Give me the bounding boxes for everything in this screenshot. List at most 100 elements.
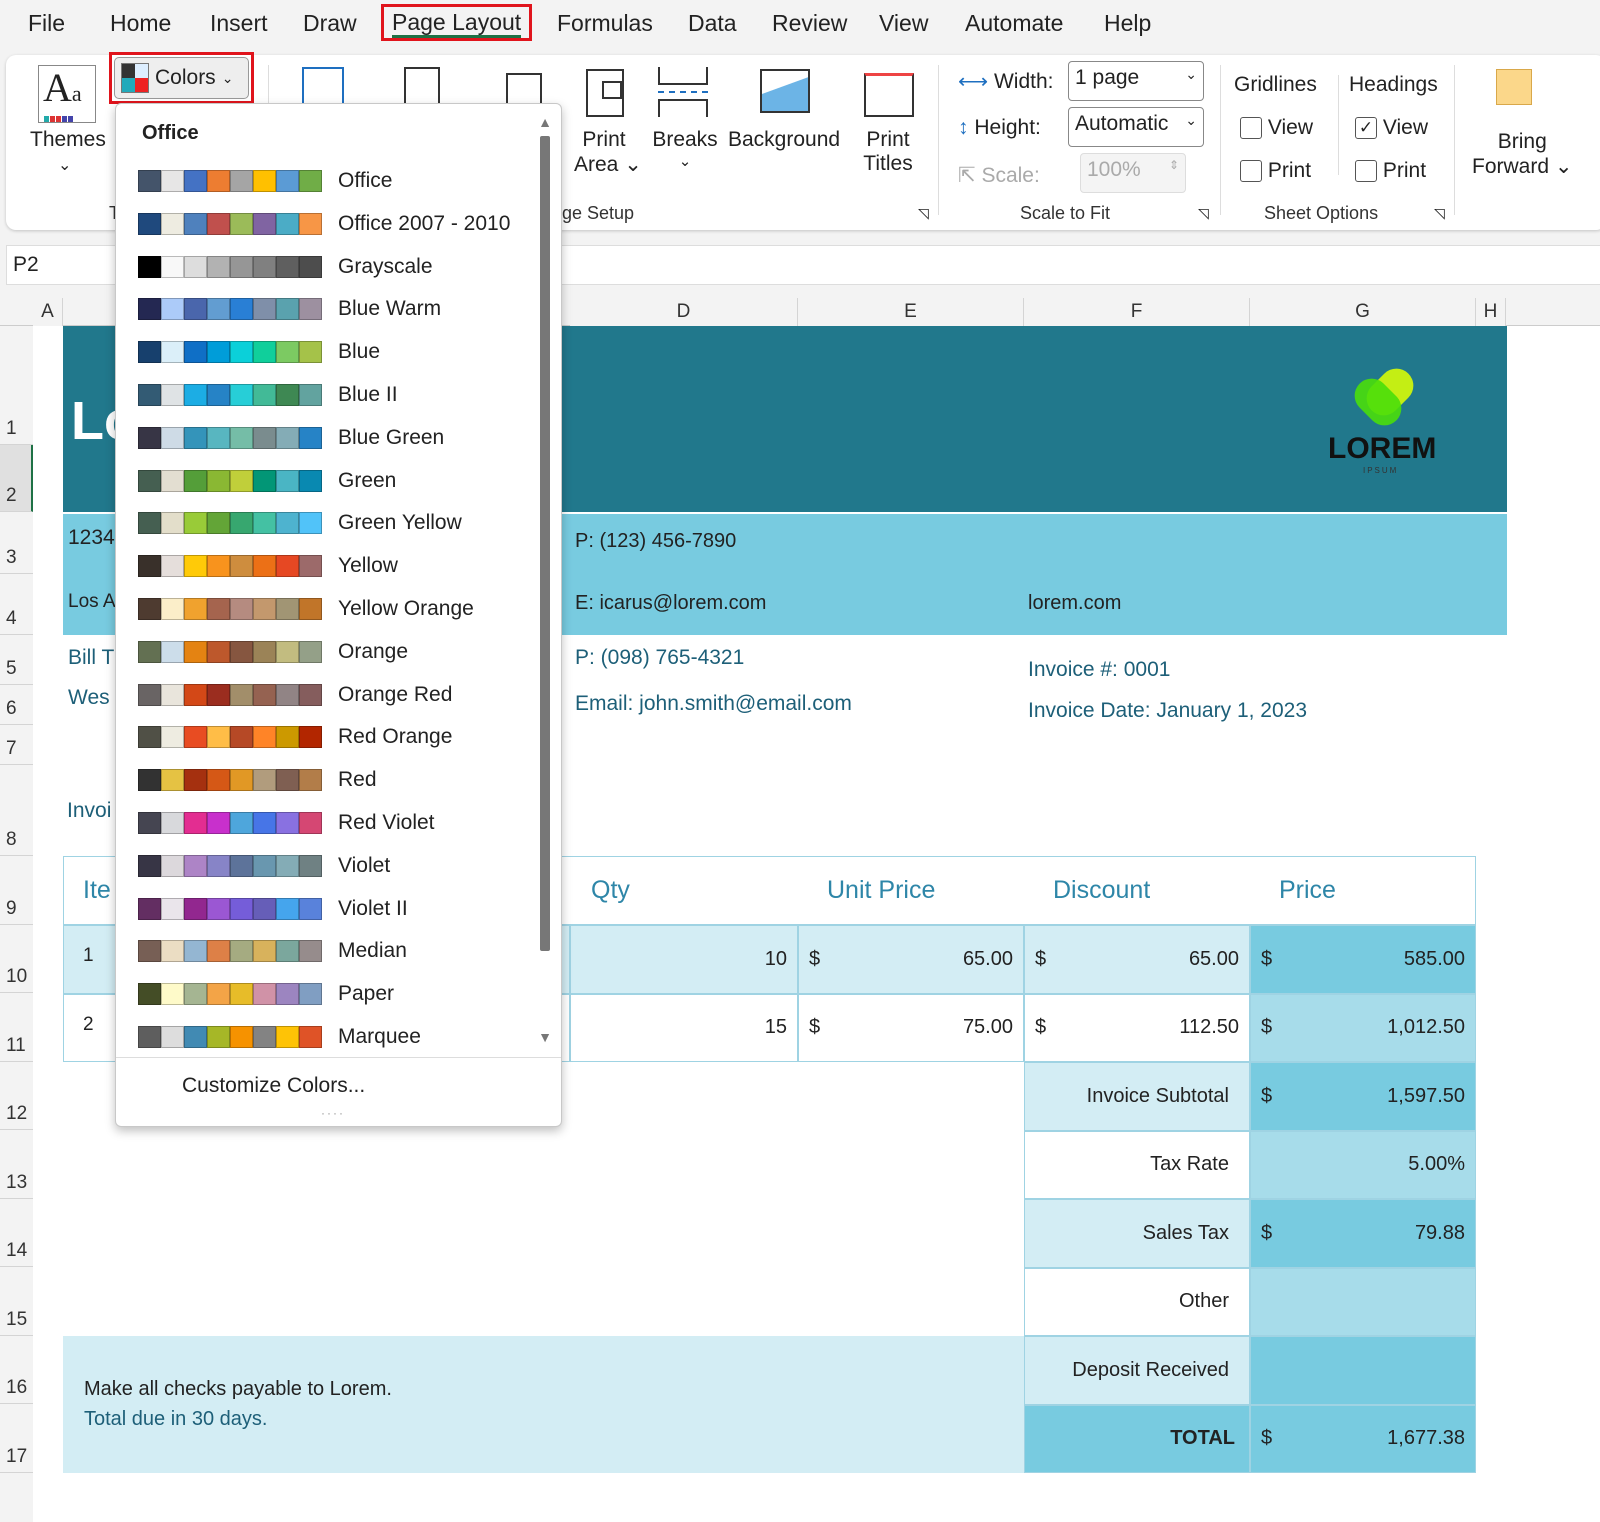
row-header-1[interactable]: 1 [0, 326, 33, 445]
palette-option[interactable]: Red Violet [138, 810, 435, 836]
palette-option[interactable]: Median [138, 938, 407, 964]
palette-option[interactable]: Orange Red [138, 682, 452, 708]
total-value[interactable]: 5.00% [1250, 1130, 1476, 1199]
tab-insert[interactable]: Insert [210, 10, 268, 37]
name-box[interactable]: P2 [13, 253, 39, 277]
item-price[interactable]: $1,012.50 [1250, 993, 1476, 1062]
total-value[interactable]: $79.88 [1250, 1199, 1476, 1268]
item-unit-price[interactable]: $75.00 [798, 993, 1024, 1062]
palette-option[interactable]: Grayscale [138, 254, 433, 280]
swatch [230, 426, 253, 449]
tab-formulas[interactable]: Formulas [557, 10, 653, 37]
column-header-e[interactable]: E [798, 298, 1024, 326]
row-header-5[interactable]: 5 [0, 635, 33, 685]
palette-option[interactable]: Violet II [138, 896, 408, 922]
total-value[interactable] [1250, 1336, 1476, 1405]
tab-review[interactable]: Review [772, 10, 847, 37]
tab-help[interactable]: Help [1104, 10, 1151, 37]
scale-launcher-icon[interactable]: ◹ [1198, 205, 1209, 222]
palette-option[interactable]: Blue Green [138, 425, 444, 451]
tab-automate[interactable]: Automate [965, 10, 1063, 37]
row-header-17[interactable]: 17 [0, 1404, 33, 1473]
palette-option[interactable]: Yellow [138, 553, 398, 579]
row-header-3[interactable]: 3 [0, 512, 33, 574]
bring-forward-button[interactable]: Bring Forward ⌄ [1472, 130, 1572, 179]
row-header-6[interactable]: 6 [0, 685, 33, 725]
column-header-f[interactable]: F [1024, 298, 1250, 326]
column-header-a[interactable]: A [33, 298, 63, 326]
swatch [184, 341, 207, 364]
palette-option[interactable]: Marquee [138, 1024, 421, 1050]
colors-button[interactable]: Colors ⌄ [114, 57, 249, 99]
item-qty[interactable]: 10 [570, 925, 798, 994]
row-header-8[interactable]: 8 [0, 765, 33, 856]
row-header-13[interactable]: 13 [0, 1130, 33, 1199]
dropdown-scrollbar[interactable]: ▲ ▼ [538, 114, 552, 1054]
swatch [253, 384, 276, 406]
total-value[interactable]: $1,597.50 [1250, 1062, 1476, 1131]
palette-option[interactable]: Violet [138, 853, 390, 879]
headings-view-checkbox[interactable]: ✓ View [1355, 116, 1428, 140]
row-header-10[interactable]: 10 [0, 925, 33, 993]
size-icon[interactable] [506, 73, 542, 107]
scale-input[interactable]: 100% ⇕ [1080, 153, 1186, 193]
palette-option[interactable]: Blue [138, 339, 380, 365]
tab-draw[interactable]: Draw [303, 10, 357, 37]
item-discount[interactable]: $112.50 [1024, 993, 1250, 1062]
palette-option[interactable]: Office 2007 - 2010 [138, 211, 510, 237]
item-unit-price[interactable]: $65.00 [798, 925, 1024, 994]
item-price[interactable]: $585.00 [1250, 925, 1476, 994]
column-header-h[interactable]: H [1476, 298, 1506, 326]
row-header-15[interactable]: 15 [0, 1267, 33, 1336]
sheet-options-launcher-icon[interactable]: ◹ [1434, 205, 1445, 222]
background-button[interactable]: Background [728, 128, 840, 152]
tab-data[interactable]: Data [688, 10, 737, 37]
palette-option[interactable]: Green Yellow [138, 510, 462, 536]
palette-option[interactable]: Blue Warm [138, 296, 441, 322]
swatch [207, 940, 230, 963]
row-header-7[interactable]: 7 [0, 725, 33, 765]
print-titles-button[interactable]: Print Titles [858, 128, 918, 176]
page-setup-launcher-icon[interactable]: ◹ [918, 205, 929, 222]
scrollbar-thumb[interactable] [540, 136, 550, 951]
scroll-up-icon[interactable]: ▲ [538, 114, 552, 130]
scroll-down-icon[interactable]: ▼ [538, 1029, 552, 1045]
item-discount[interactable]: $65.00 [1024, 925, 1250, 994]
palette-option[interactable]: Yellow Orange [138, 596, 474, 622]
row-header-14[interactable]: 14 [0, 1199, 33, 1267]
print-area-button[interactable]: Print Area ⌄ [574, 128, 642, 177]
palette-option[interactable]: Orange [138, 639, 408, 665]
headings-print-checkbox[interactable]: Print [1355, 159, 1426, 183]
row-header-16[interactable]: 16 [0, 1336, 33, 1404]
tab-view[interactable]: View [879, 10, 928, 37]
resize-grip-icon[interactable]: ···· [321, 1106, 345, 1120]
width-select[interactable]: 1 page ⌄ [1068, 61, 1204, 101]
palette-option[interactable]: Red Orange [138, 724, 452, 750]
palette-option[interactable]: Red [138, 767, 377, 793]
customize-colors-button[interactable]: Customize Colors... [182, 1074, 365, 1098]
themes-button[interactable]: Themes [30, 128, 106, 152]
total-value[interactable]: $1,677.38 [1250, 1404, 1476, 1473]
margins-icon[interactable] [302, 67, 344, 107]
row-header-4[interactable]: 4 [0, 574, 33, 635]
tab-home[interactable]: Home [110, 10, 171, 37]
row-header-11[interactable]: 11 [0, 993, 33, 1062]
item-qty[interactable]: 15 [570, 993, 798, 1062]
palette-option[interactable]: Blue II [138, 382, 398, 408]
row-header-2[interactable]: 2 [0, 445, 33, 512]
column-header-g[interactable]: G [1250, 298, 1476, 326]
palette-option[interactable]: Office [138, 168, 392, 194]
row-header-9[interactable]: 9 [0, 856, 33, 925]
total-value[interactable] [1250, 1267, 1476, 1336]
height-select[interactable]: Automatic ⌄ [1068, 107, 1204, 147]
breaks-button[interactable]: Breaks ⌄ [652, 128, 718, 170]
orientation-icon[interactable] [404, 67, 440, 107]
palette-option[interactable]: Green [138, 468, 396, 494]
row-header-12[interactable]: 12 [0, 1062, 33, 1130]
palette-option[interactable]: Paper [138, 981, 394, 1007]
gridlines-view-checkbox[interactable]: View [1240, 116, 1313, 140]
gridlines-print-checkbox[interactable]: Print [1240, 159, 1311, 183]
column-header-d[interactable]: D [570, 298, 798, 326]
tab-page-layout[interactable]: Page Layout [381, 4, 533, 41]
tab-file[interactable]: File [28, 10, 65, 37]
